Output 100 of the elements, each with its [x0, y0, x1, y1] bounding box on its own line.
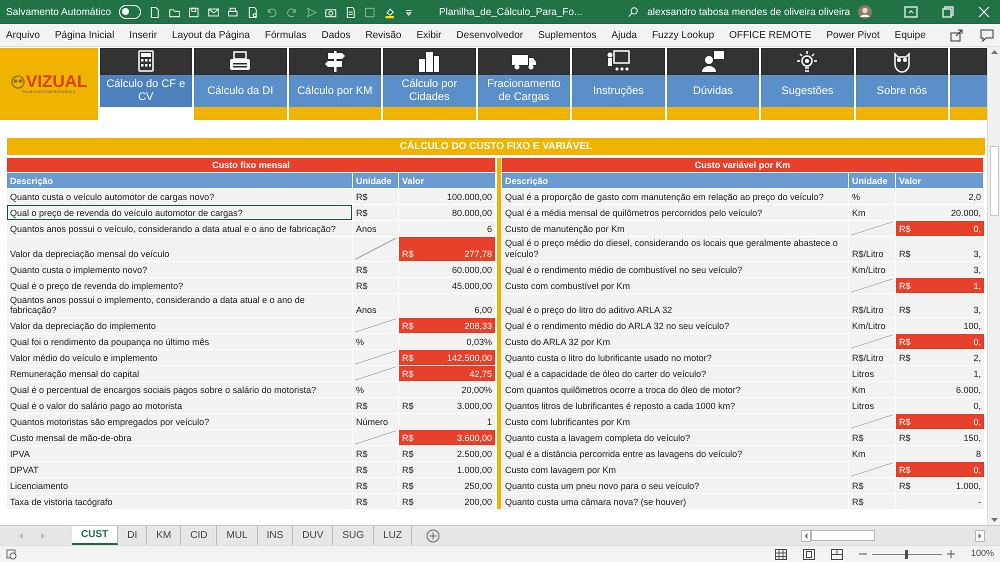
table-cell[interactable]: Quantos motoristas são empregados por veículo? [7, 414, 352, 430]
table-cell[interactable]: Qual é o preço de revenda do implemento? [7, 278, 352, 293]
ribbon-display-icon[interactable] [904, 6, 918, 18]
table-cell[interactable]: Quanto custa o veículo automotor de cargas novo? [7, 189, 352, 204]
table-cell[interactable]: Qual é o preço médio do diesel, considerando os locais que geralmente abastece o veículo? [502, 237, 848, 261]
nav-tab[interactable]: Cálculo do CF e CV [100, 75, 192, 107]
zoom-level[interactable]: 100% [970, 547, 994, 561]
sheet-tab[interactable]: CUST [72, 526, 118, 545]
menu-item[interactable]: Arquivo [6, 28, 40, 42]
table-cell[interactable]: Qual é o percentual de encargos sociais pagos sobre o salário do motorista? [7, 382, 352, 398]
form-icon[interactable] [344, 4, 356, 20]
cell-value: 150, [963, 433, 981, 444]
table-cell[interactable]: Quanto custa a lavagem completa do veículo? [502, 430, 848, 446]
table-cell[interactable]: Quantos anos possui o veículo, considerando a data atual e o ano de fabricação? [7, 221, 352, 236]
cell-value: - [978, 497, 981, 508]
table-cell[interactable]: Quanto custa uma câmara nova? (se houver) [502, 494, 848, 510]
menu-item[interactable]: Fórmulas [264, 28, 307, 42]
zoom-thumb[interactable] [905, 550, 908, 558]
table-cell[interactable]: Qual é o rendimento médio de combustível no seu veículo? [502, 262, 848, 277]
close-icon[interactable] [978, 6, 990, 18]
table-cell[interactable]: Com quantos quilômetros ocorre a troca do óleo de motor? [502, 382, 848, 398]
table-cell[interactable]: Quantos litros de lubrificantes é reposto a cada 1000 km? [502, 398, 848, 414]
page-layout-icon[interactable] [802, 548, 815, 560]
menu-item[interactable]: Inserir [129, 28, 158, 42]
scroll-left-icon[interactable] [801, 530, 811, 542]
new-file-icon[interactable] [149, 4, 161, 20]
table-cell[interactable]: Taxa de vistoria tacógrafo [7, 494, 352, 510]
table-cell[interactable]: Valor da depreciação do implemento [7, 318, 352, 334]
search-icon[interactable] [628, 5, 640, 19]
teacher-icon [605, 50, 632, 73]
currency-symbol: R$ [402, 465, 414, 476]
table-cell[interactable]: Qual é a capacidade de óleo do carter do veículo? [502, 366, 848, 382]
normal-view-icon[interactable] [774, 548, 787, 560]
page-break-icon[interactable] [830, 548, 843, 560]
send-icon[interactable] [306, 4, 318, 20]
table-cell[interactable]: Qual é o rendimento médio do ARLA 32 no seu veículo? [502, 318, 848, 334]
table-cell[interactable]: Qual é o preço do litro do aditivo ARLA 32 [502, 294, 848, 318]
autosave-toggle[interactable] [119, 5, 142, 19]
table-cell: % [849, 189, 895, 204]
menu-item[interactable]: Ajuda [611, 28, 637, 42]
table-cell[interactable]: Custo com lavagem por Km [502, 462, 848, 478]
add-sheet-icon[interactable] [426, 528, 440, 542]
menu-item[interactable]: Página Inicial [54, 28, 114, 42]
scrollbar-thumb[interactable] [811, 530, 875, 541]
cell-value: 100, [963, 321, 981, 332]
table-cell[interactable]: Quanto custa o litro do lubrificante usado no motor? [502, 350, 848, 366]
menu-item[interactable]: Exibir [416, 28, 442, 42]
table-cell[interactable]: Valor médio do veículo e implemento [7, 350, 352, 366]
table-cell[interactable]: Quantos anos possui o implemento, considerando a data atual e o ano de fabricação? [7, 294, 352, 318]
table-cell[interactable]: DPVAT [7, 462, 352, 478]
table-cell: R$ [353, 189, 398, 204]
table-cell[interactable]: Quanto custa um pneu novo para o seu veículo? [502, 478, 848, 494]
macro-recording-icon[interactable] [6, 548, 17, 560]
cell-value: 42,75 [469, 369, 492, 380]
currency-symbol: R$ [899, 465, 911, 476]
menu-item[interactable]: Desenvolvedor [456, 28, 524, 42]
table-cell[interactable]: Custo de manutenção por Km [502, 221, 848, 236]
table-cell[interactable]: Quanto custa o implemento novo? [7, 262, 352, 277]
table-cell[interactable]: Remuneração mensal do capital [7, 366, 352, 382]
table-cell: R$/Litro [849, 237, 895, 261]
table-cell: Km/Litro [849, 318, 895, 334]
menu-item[interactable]: Dados [321, 28, 350, 42]
cell-value: 6 [486, 224, 492, 235]
comment-icon[interactable] [980, 28, 994, 42]
person-question-icon [700, 50, 726, 73]
table-cell[interactable]: Qual é a proporção de gasto com manutenção em relação ao preço do veículo? [502, 189, 848, 204]
table-cell[interactable]: Custo mensal de mão-de-obra [7, 430, 352, 446]
restore-icon[interactable] [942, 6, 954, 18]
table-cell[interactable]: Valor da depreciação mensal do veículo [7, 237, 352, 261]
menu-item[interactable]: Power Pivot [826, 28, 880, 42]
table-cell[interactable]: Licenciamento [7, 478, 352, 494]
scroll-right-icon[interactable] [975, 530, 985, 542]
table-cell[interactable]: Qual é a média mensal de quilômetros percorridos pelo veículo? [502, 205, 848, 220]
menu-item[interactable]: Equipe [894, 28, 926, 42]
zoom-in-icon[interactable] [946, 550, 955, 558]
menu-item[interactable]: Revisão [365, 28, 402, 42]
table-cell[interactable]: Qual foi o rendimento da poupança no último mês [7, 334, 352, 350]
menu-item[interactable]: OFFICE REMOTE [729, 28, 812, 42]
scrollbar-thumb[interactable] [990, 146, 998, 216]
table-cell[interactable]: Custo com lubrificantes por Km [502, 414, 848, 430]
currency-symbol: R$ [899, 337, 911, 348]
table-cell[interactable]: Qual é o valor do salário pago ao motorista [7, 398, 352, 414]
table-cell: Número [353, 414, 398, 430]
table-cell[interactable]: Qual é a distância percorrida entre as lavagens do veículo? [502, 446, 848, 462]
table-cell: R$ [849, 494, 895, 510]
cell-value: 0, [973, 465, 981, 476]
document-icon[interactable] [246, 4, 258, 20]
table-cell: R$ [353, 462, 398, 478]
menu-item[interactable]: Fuzzy Lookup [652, 28, 714, 42]
table-cell[interactable]: IPVA [7, 446, 352, 462]
menu-item[interactable]: Suplementos [538, 28, 596, 42]
cell-value: 2, [973, 353, 981, 364]
share-icon[interactable] [950, 28, 964, 42]
menu-item[interactable]: Layout da Página [172, 28, 250, 42]
currency-symbol: R$ [402, 433, 414, 444]
table-cell[interactable]: Custo com combustível por Km [502, 278, 848, 293]
table-cell[interactable]: Qual o preço de revenda do veículo automotor de cargas? [7, 205, 352, 220]
table-cell[interactable]: Custo do ARLA 32 por Km [502, 334, 848, 350]
cell-value: 20.000, [950, 208, 981, 219]
cell-value: 3, [973, 248, 981, 260]
